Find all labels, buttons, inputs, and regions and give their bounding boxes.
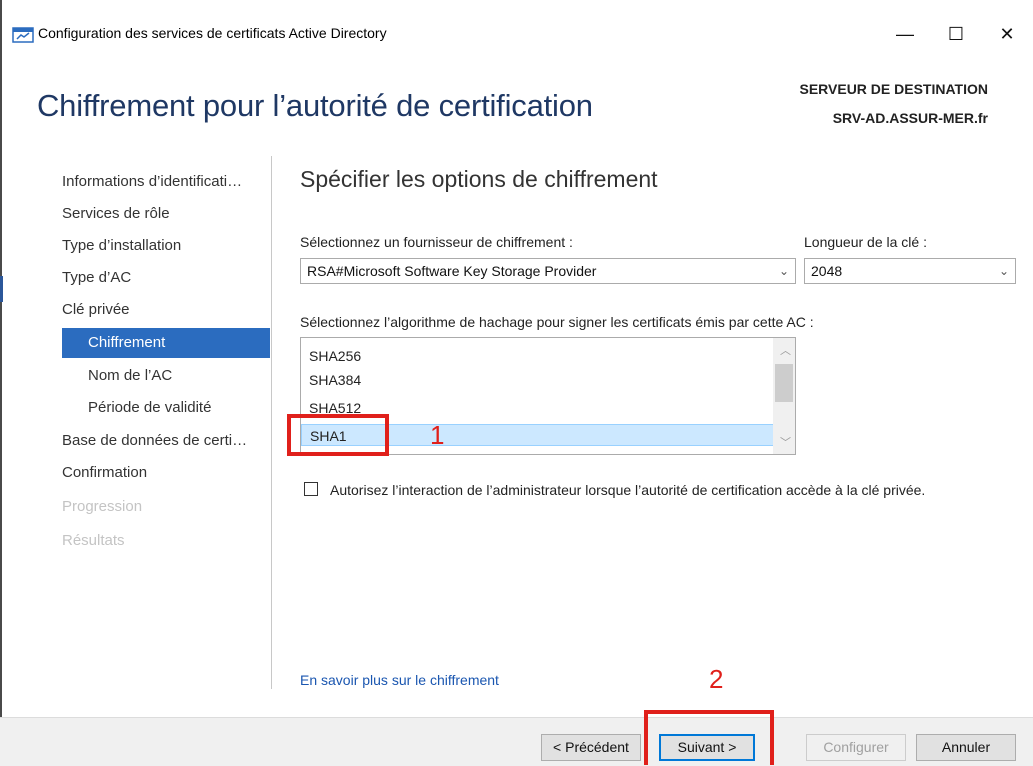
minimize-icon: — [896, 23, 914, 44]
hash-algorithm-label: Sélectionnez l’algorithme de hachage pou… [300, 314, 814, 330]
chevron-down-icon: ⌄ [778, 264, 789, 278]
nav-item-ca-type[interactable]: Type d’AC [62, 263, 131, 293]
provider-select[interactable]: RSA#Microsoft Software Key Storage Provi… [300, 258, 796, 284]
list-item-sha384[interactable]: SHA384 [301, 369, 361, 391]
window-left-edge [0, 0, 2, 765]
server-manager-icon [12, 27, 34, 43]
page-title: Chiffrement pour l’autorité de certifica… [37, 88, 593, 123]
scroll-down-icon[interactable]: ﹀ [780, 434, 791, 450]
provider-label: Sélectionnez un fournisseur de chiffreme… [300, 234, 573, 250]
nav-item-ca-name[interactable]: Nom de l’AC [88, 361, 172, 391]
admin-interaction-label[interactable]: Autorisez l’interaction de l’administrat… [330, 480, 990, 501]
window-left-accent [0, 276, 3, 302]
nav-item-private-key[interactable]: Clé privée [62, 295, 130, 325]
nav-item-role-services[interactable]: Services de rôle [62, 199, 170, 229]
key-length-select[interactable]: 2048 ⌄ [804, 258, 1016, 284]
provider-select-value: RSA#Microsoft Software Key Storage Provi… [307, 263, 597, 279]
configure-button: Configurer [806, 734, 906, 761]
nav-item-confirmation[interactable]: Confirmation [62, 458, 147, 488]
title-bar: Configuration des services de certificat… [0, 0, 1033, 66]
scroll-up-icon[interactable]: ︿ [780, 342, 791, 358]
minimize-button[interactable]: — [882, 14, 928, 54]
previous-button[interactable]: < Précédent [541, 734, 641, 761]
nav-item-certificate-database[interactable]: Base de données de certi… [62, 426, 247, 456]
nav-item-results: Résultats [62, 532, 125, 549]
section-title: Spécifier les options de chiffrement [300, 166, 658, 192]
nav-item-install-type[interactable]: Type d’installation [62, 231, 181, 261]
close-icon: ✕ [999, 23, 1015, 44]
list-scrollbar[interactable]: ︿ ﹀ [773, 338, 795, 454]
scroll-thumb[interactable] [775, 364, 793, 402]
key-length-select-value: 2048 [811, 263, 843, 279]
destination-server-name: SRV-AD.ASSUR-MER.fr [832, 110, 988, 126]
annotation-highlight-next [644, 710, 774, 765]
chevron-down-icon: ⌄ [998, 264, 1009, 278]
sidebar-divider [271, 156, 272, 689]
nav-item-validity-period[interactable]: Période de validité [88, 393, 211, 423]
nav-item-progress: Progression [62, 498, 143, 515]
maximize-button[interactable]: ☐ [933, 14, 979, 54]
destination-server-label: SERVEUR DE DESTINATION [799, 81, 988, 97]
close-button[interactable]: ✕ [984, 14, 1030, 54]
maximize-icon: ☐ [947, 23, 965, 44]
nav-item-cryptography[interactable]: Chiffrement [62, 328, 270, 358]
list-item-sha256[interactable]: SHA256 [301, 345, 361, 367]
annotation-highlight-sha1 [287, 414, 389, 456]
window-title: Configuration des services de certificat… [38, 25, 387, 41]
learn-more-link[interactable]: En savoir plus sur le chiffrement [300, 672, 499, 688]
key-length-label: Longueur de la clé : [804, 234, 927, 250]
nav-item-credentials[interactable]: Informations d’identificati… [62, 167, 242, 197]
annotation-step-1: 1 [430, 420, 445, 450]
admin-interaction-checkbox[interactable] [304, 482, 318, 496]
cancel-button[interactable]: Annuler [916, 734, 1016, 761]
annotation-step-2: 2 [709, 664, 724, 694]
